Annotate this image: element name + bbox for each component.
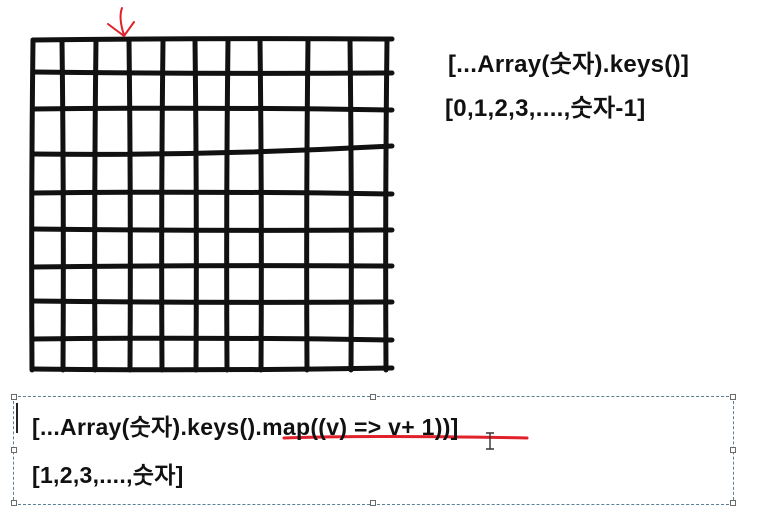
- grid-column-line: [29, 37, 36, 373]
- grid-column-line: [192, 37, 199, 373]
- resize-handle-bottom-right[interactable]: [730, 500, 736, 506]
- top-code-text: [...Array(숫자).keys()]: [448, 51, 690, 78]
- resize-handle-top-right[interactable]: [730, 394, 736, 400]
- grid-row-line: [30, 226, 395, 233]
- grid-row-line: [30, 298, 395, 305]
- grid-row-line: [30, 189, 395, 197]
- ibeam-cursor-icon: [486, 432, 494, 450]
- red-pointer-mark: [107, 7, 135, 38]
- grid-row-line: [30, 335, 395, 343]
- grid-column-line: [304, 37, 311, 373]
- grid-row-line: [30, 365, 395, 373]
- grid-column-line: [59, 37, 66, 373]
- grid-column-line: [224, 37, 231, 373]
- resize-handle-middle-right[interactable]: [730, 447, 736, 453]
- grid-row-line: [30, 36, 395, 43]
- grid-column-line: [159, 37, 166, 373]
- box-code-text[interactable]: [...Array(숫자).keys().map((v) => v+ 1))]: [32, 408, 459, 442]
- resize-handle-bottom-left[interactable]: [11, 500, 17, 506]
- grid-row-line: [30, 263, 395, 270]
- grid-column-line: [92, 37, 99, 373]
- grid-column-line: [347, 37, 354, 373]
- grid-column-line: [383, 37, 390, 373]
- grid-column-line: [257, 37, 264, 373]
- top-result-text: [0,1,2,3,....,숫자-1]: [445, 95, 646, 122]
- resize-handle-top-center[interactable]: [370, 394, 376, 400]
- grid-row-line: [30, 69, 395, 76]
- box-result-text[interactable]: [1,2,3,....,숫자]: [32, 456, 184, 490]
- resize-handle-top-left[interactable]: [11, 394, 17, 400]
- grid-column-line: [126, 37, 133, 373]
- text-caret: [16, 403, 18, 433]
- grid-row-line: [30, 143, 395, 157]
- resize-handle-middle-left[interactable]: [11, 447, 17, 453]
- resize-handle-bottom-center[interactable]: [370, 500, 376, 506]
- grid-row-line: [30, 105, 395, 113]
